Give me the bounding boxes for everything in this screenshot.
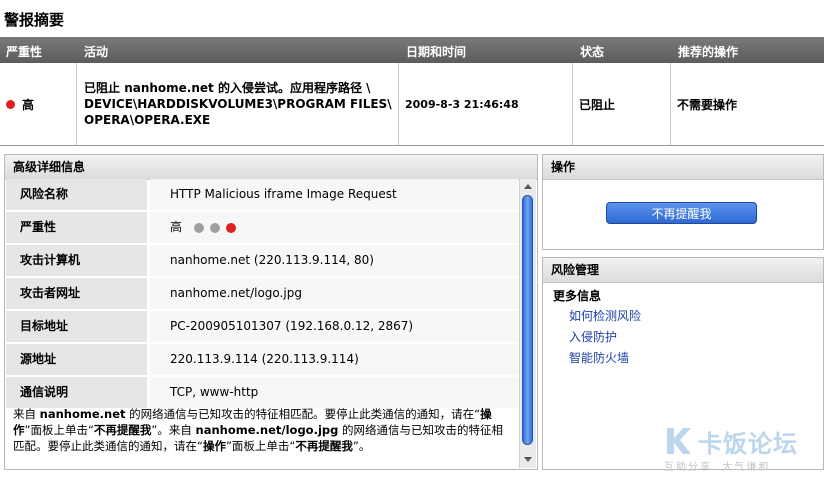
detail-label: 攻击计算机 (6, 245, 147, 276)
datetime-cell: 2009-8-3 21:46:48 (405, 97, 519, 111)
link-smart-firewall[interactable]: 智能防火墙 (569, 349, 629, 366)
col-header-activity: 活动 (84, 45, 109, 59)
alert-table-header: 严重性 活动 日期和时间 状态 推荐的操作 (0, 37, 824, 63)
dont-remind-button[interactable]: 不再提醒我 (606, 202, 757, 224)
scroll-down-arrow-icon[interactable] (524, 457, 532, 462)
details-scrollbar[interactable] (519, 179, 536, 468)
severity-gray-dot-icon (193, 222, 204, 233)
watermark-text: 卡饭论坛 (698, 430, 798, 458)
activity-host: nanhome.net (124, 81, 214, 95)
link-intrusion-prevention[interactable]: 入侵防护 (569, 328, 617, 345)
detail-row-protocol: 通信说明 TCP, www-http (6, 377, 518, 408)
status-cell: 已阻止 (579, 97, 616, 112)
scrollbar-thumb[interactable] (522, 195, 533, 445)
scroll-up-arrow-icon[interactable] (524, 184, 532, 189)
detail-value: 220.113.9.114 (220.113.9.114) (150, 344, 518, 375)
detail-label: 攻击者网址 (6, 278, 147, 309)
watermark-logo: 卡饭论坛 互助分享 大气谦和 (664, 424, 824, 477)
detail-label: 源地址 (6, 344, 147, 375)
link-how-detect-risk[interactable]: 如何检测风险 (569, 307, 641, 324)
col-header-recommended: 推荐的操作 (678, 45, 739, 59)
col-header-severity: 严重性 (6, 45, 43, 59)
page-title: 警报摘要 (4, 11, 65, 29)
detail-row-risk-name: 风险名称 HTTP Malicious iframe Image Request (6, 179, 518, 210)
actions-title: 操作 (543, 155, 823, 180)
detail-value: nanhome.net/logo.jpg (150, 278, 518, 309)
watermark-subtext: 互助分享 大气谦和 (664, 462, 771, 473)
activity-path-line2: DEVICE\HARDDISKVOLUME3\PROGRAM FILES\ (84, 97, 392, 111)
activity-cell: 已阻止 nanhome.net 的入侵尝试。应用程序路径 \ DEVICE\HA… (77, 63, 399, 145)
detail-value: PC-200905101307 (192.168.0.12, 2867) (150, 311, 518, 342)
detail-value: nanhome.net (220.113.9.114, 80) (150, 245, 518, 276)
severity-cell: 高 (0, 63, 76, 145)
detail-row-attacker: 攻击计算机 nanhome.net (220.113.9.114, 80) (6, 245, 518, 276)
detail-value-severity: 高 (150, 212, 518, 243)
severity-gray-dot-icon (209, 222, 220, 233)
severity-value: 高 (22, 97, 35, 112)
detail-row-target: 目标地址 PC-200905101307 (192.168.0.12, 2867… (6, 311, 518, 342)
detail-value: TCP, www-http (150, 377, 518, 408)
more-info-label: 更多信息 (553, 289, 602, 303)
detail-row-severity: 严重性 高 (6, 212, 518, 243)
details-description: 来自 nanhome.net 的网络通信与已知攻击的特征相匹配。要停止此类通信的… (13, 407, 504, 453)
col-header-status: 状态 (580, 45, 605, 59)
detail-label: 风险名称 (6, 179, 147, 210)
detail-label: 严重性 (6, 212, 147, 243)
activity-text-pre: 已阻止 (84, 81, 125, 95)
detail-row-attacker-url: 攻击者网址 nanhome.net/logo.jpg (6, 278, 518, 309)
severity-red-dot-icon (6, 99, 15, 109)
detail-row-source: 源地址 220.113.9.114 (220.113.9.114) (6, 344, 518, 375)
col-header-datetime: 日期和时间 (406, 45, 467, 59)
alert-row[interactable]: 高 已阻止 nanhome.net 的入侵尝试。应用程序路径 \ DEVICE\… (0, 63, 824, 146)
detail-label: 目标地址 (6, 311, 147, 342)
activity-text-post: 的入侵尝试。应用程序路径 \ (213, 81, 371, 95)
advanced-details-title: 高级详细信息 (5, 155, 537, 180)
activity-path-line3: OPERA\OPERA.EXE (84, 113, 211, 127)
detail-value: HTTP Malicious iframe Image Request (150, 179, 518, 210)
watermark-k-icon (667, 428, 691, 454)
recommended-cell: 不需要操作 (677, 97, 738, 112)
detail-label: 通信说明 (6, 377, 147, 408)
severity-red-dot-icon (225, 222, 236, 233)
detail-value: 高 (170, 220, 183, 234)
risk-management-title: 风险管理 (543, 258, 823, 283)
